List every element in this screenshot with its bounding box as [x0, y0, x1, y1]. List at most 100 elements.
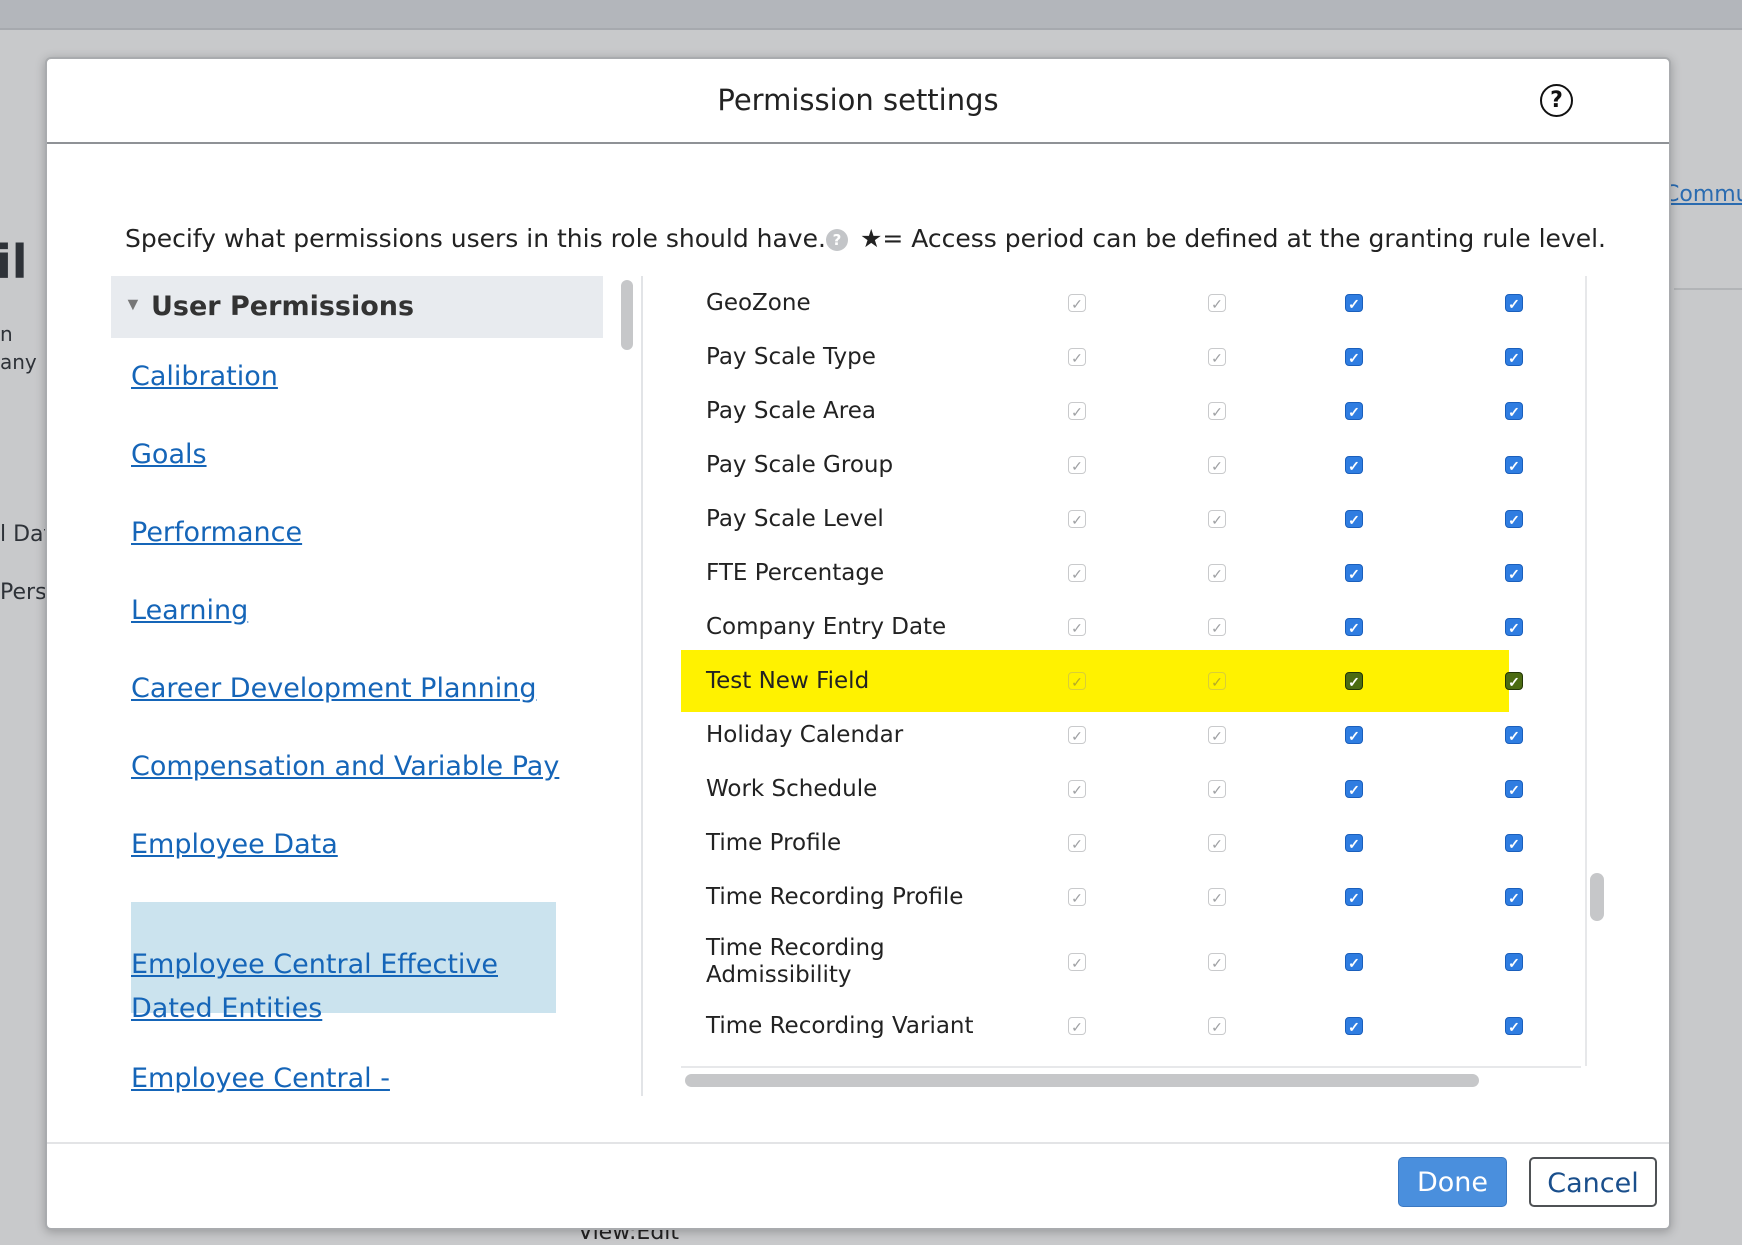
row-label: Work Schedule [706, 776, 878, 802]
permission-checkbox[interactable]: ✓ [1345, 780, 1363, 798]
table-row: Time Recording Profile ✓ ✓ ✓ ✓ [681, 870, 1523, 924]
permissions-table: GeoZone ✓ ✓ ✓ ✓ Pay Scale Type ✓ ✓ ✓ ✓ Pay Scale A… [681, 276, 1605, 1066]
row-label: Time Profile [706, 830, 842, 856]
background-text: any [0, 350, 37, 374]
triangle-down-icon[interactable]: ▼ [124, 294, 142, 315]
table-row: Pay Scale Level ✓ ✓ ✓ ✓ [681, 492, 1523, 546]
row-label: Pay Scale Area [706, 398, 876, 424]
question-circle-icon[interactable]: ? [1540, 84, 1573, 117]
permission-checkbox[interactable]: ✓ [1505, 402, 1523, 420]
permission-checkbox[interactable]: ✓ [1345, 402, 1363, 420]
category-link-employee-data[interactable]: Employee Data [131, 823, 338, 867]
permission-checkbox[interactable]: ✓ [1505, 726, 1523, 744]
permission-checkbox[interactable]: ✓ [1505, 564, 1523, 582]
permission-checkbox[interactable]: ✓ [1345, 294, 1363, 312]
section-title: User Permissions [151, 291, 415, 322]
permission-checkbox: ✓ [1208, 672, 1226, 690]
category-panel: ▼ User Permissions Calibration Goals Per… [111, 276, 651, 1096]
permission-checkbox[interactable]: ✓ [1345, 953, 1363, 971]
table-row: Pay Scale Area ✓ ✓ ✓ ✓ [681, 384, 1523, 438]
table-row: Work Schedule ✓ ✓ ✓ ✓ [681, 762, 1523, 816]
permission-checkbox: ✓ [1208, 953, 1226, 971]
permission-checkbox[interactable]: ✓ [1345, 348, 1363, 366]
category-link-career-development[interactable]: Career Development Planning [131, 667, 536, 711]
permission-checkbox[interactable]: ✓ [1345, 726, 1363, 744]
permission-checkbox[interactable]: ✓ [1345, 618, 1363, 636]
permission-checkbox[interactable]: ✓ [1345, 510, 1363, 528]
permission-checkbox[interactable]: ✓ [1505, 618, 1523, 636]
permission-checkbox: ✓ [1068, 780, 1086, 798]
table-row: Pay Scale Type ✓ ✓ ✓ ✓ [681, 330, 1523, 384]
category-link-text[interactable]: Employee Central Effective Dated Entitie… [131, 943, 556, 1031]
permission-checkbox[interactable]: ✓ [1505, 780, 1523, 798]
row-label: Pay Scale Group [706, 452, 894, 478]
permission-checkbox[interactable]: ✓ [1345, 564, 1363, 582]
table-vertical-scrollbar-thumb[interactable] [1590, 873, 1604, 921]
permission-checkbox: ✓ [1068, 402, 1086, 420]
permission-checkbox[interactable]: ✓ [1505, 888, 1523, 906]
table-row: Default Overtime [681, 1053, 1509, 1066]
category-link-goals[interactable]: Goals [131, 433, 207, 477]
permission-checkbox: ✓ [1208, 834, 1226, 852]
permission-checkbox: ✓ [1068, 618, 1086, 636]
permission-checkbox: ✓ [1208, 456, 1226, 474]
table-vertical-scrollbar[interactable] [1585, 276, 1605, 1066]
category-scrollbar-thumb[interactable] [621, 280, 633, 350]
done-button[interactable]: Done [1398, 1157, 1507, 1207]
permission-checkbox[interactable]: ✓ [1345, 834, 1363, 852]
permission-checkbox[interactable]: ✓ [1345, 456, 1363, 474]
category-link-ec-compensation[interactable]: Employee Central - Compensation Integrat… [131, 1057, 581, 1096]
permission-checkbox[interactable]: ✓ [1505, 294, 1523, 312]
permission-checkbox: ✓ [1068, 726, 1086, 744]
permission-checkbox[interactable]: ✓ [1345, 888, 1363, 906]
permission-checkbox[interactable]: ✓ [1505, 953, 1523, 971]
table-row: GeoZone ✓ ✓ ✓ ✓ [681, 276, 1523, 330]
permission-settings-dialog: Permission settings ? Specify what permi… [45, 57, 1671, 1230]
row-label: Company Entry Date [706, 614, 947, 640]
category-scrollbar[interactable] [613, 276, 643, 1096]
user-permissions-header[interactable]: ▼ User Permissions [111, 276, 603, 338]
permission-checkbox[interactable]: ✓ [1505, 456, 1523, 474]
permission-checkbox[interactable]: ✓ [1505, 510, 1523, 528]
dialog-footer: Done Cancel [47, 1142, 1669, 1230]
table-row: Pay Scale Group ✓ ✓ ✓ ✓ [681, 438, 1523, 492]
background-link[interactable]: Commu [1664, 182, 1742, 207]
background-page-title: il [0, 235, 28, 289]
permission-checkbox: ✓ [1068, 834, 1086, 852]
row-label: Pay Scale Level [706, 506, 884, 532]
category-link-calibration[interactable]: Calibration [131, 355, 278, 399]
dialog-title: Permission settings [717, 83, 999, 117]
permission-checkbox[interactable]: ✓ [1505, 834, 1523, 852]
intro-text-main: Specify what permissions users in this r… [125, 224, 826, 253]
permission-checkbox: ✓ [1208, 780, 1226, 798]
background-top-bar [0, 0, 1742, 30]
row-label: Time Recording Variant [706, 1013, 974, 1039]
category-link-compensation[interactable]: Compensation and Variable Pay [131, 745, 559, 789]
permission-checkbox[interactable]: ✓ [1505, 672, 1523, 690]
category-link-performance[interactable]: Performance [131, 511, 302, 555]
legend-text: ★= Access period can be defined at the g… [859, 224, 1607, 253]
table-row: Time Recording Admissibility ✓ ✓ ✓ ✓ [681, 924, 1523, 999]
permission-checkbox: ✓ [1068, 564, 1086, 582]
permission-checkbox: ✓ [1068, 953, 1086, 971]
category-link-learning[interactable]: Learning [131, 589, 248, 633]
cancel-button[interactable]: Cancel [1529, 1157, 1657, 1207]
permission-checkbox[interactable]: ✓ [1505, 348, 1523, 366]
permission-checkbox: ✓ [1208, 402, 1226, 420]
info-icon[interactable]: ? [825, 229, 848, 251]
permission-checkbox[interactable]: ✓ [1345, 672, 1363, 690]
table-horizontal-scrollbar[interactable] [681, 1066, 1581, 1090]
row-label: GeoZone [706, 290, 811, 316]
background-text: n [0, 322, 13, 346]
permission-checkbox[interactable]: ✓ [1505, 1017, 1523, 1035]
row-label: FTE Percentage [706, 560, 885, 586]
permission-checkbox: ✓ [1208, 726, 1226, 744]
permission-checkbox: ✓ [1068, 348, 1086, 366]
category-link-ec-effective-dated[interactable]: Employee Central Effective Dated Entitie… [131, 902, 573, 1031]
permission-checkbox: ✓ [1208, 348, 1226, 366]
dialog-header: Permission settings ? [47, 59, 1669, 144]
permission-checkbox: ✓ [1068, 294, 1086, 312]
permission-checkbox[interactable]: ✓ [1345, 1017, 1363, 1035]
table-horizontal-scrollbar-thumb[interactable] [685, 1074, 1479, 1087]
permission-checkbox: ✓ [1208, 294, 1226, 312]
